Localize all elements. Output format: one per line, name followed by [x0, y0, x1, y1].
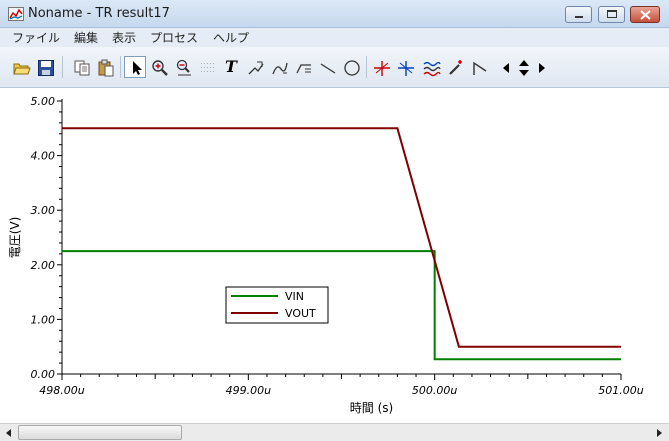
zoom-in-button[interactable]	[148, 56, 170, 78]
legend: VIN VOUT	[225, 286, 329, 324]
open-folder-icon	[13, 63, 31, 75]
text-tool-icon: T	[225, 57, 237, 76]
annotation-button[interactable]	[244, 56, 266, 78]
menu-process[interactable]: プロセス	[150, 29, 198, 46]
window-title: Noname - TR result17	[28, 6, 170, 21]
paste-icon	[98, 59, 114, 77]
menu-help[interactable]: ヘルプ	[213, 29, 249, 46]
scroll-updown-button[interactable]	[512, 56, 534, 78]
scroll-left-button[interactable]	[498, 56, 512, 78]
grid-dots-icon	[201, 63, 214, 72]
maximize-button[interactable]	[598, 6, 625, 23]
annotate-pen-icon	[248, 61, 264, 75]
cursor-b-icon	[398, 61, 414, 76]
annotate-step-icon	[296, 64, 311, 74]
toolbar-separator	[366, 56, 367, 78]
legend-label-vin: VIN	[285, 290, 304, 303]
save-button[interactable]	[34, 56, 56, 78]
minimize-button[interactable]	[565, 6, 592, 23]
y-axis-label: 電圧(V)	[8, 217, 22, 259]
series-line-vout	[62, 127, 621, 348]
y-tick-label: 2.00	[31, 259, 56, 272]
arrow-right-icon	[657, 429, 662, 437]
scrollbar-right-arrow[interactable]	[651, 425, 667, 441]
axis-icon	[473, 61, 487, 75]
pointer-arrow-icon	[133, 61, 142, 75]
close-button[interactable]	[630, 6, 660, 23]
probe-icon	[449, 60, 462, 75]
y-tick-label: 4.00	[31, 150, 56, 163]
open-button[interactable]	[10, 56, 32, 78]
scrollbar-left-arrow[interactable]	[1, 425, 17, 441]
copy-button[interactable]	[70, 56, 92, 78]
ellipse-icon	[344, 60, 360, 76]
x-tick-label: 499.00u	[226, 384, 271, 397]
line-tool-button[interactable]	[316, 56, 338, 78]
y-tick-label: 0.00	[31, 368, 56, 381]
maximize-icon	[607, 10, 617, 18]
plot-area[interactable]: 0.00 1.00 2.00 3.00 4.00 5.00 498.00u 499.00u 50…	[0, 88, 669, 423]
horizontal-scrollbar[interactable]	[0, 423, 669, 441]
triangle-left-icon	[503, 63, 509, 73]
paste-button[interactable]	[94, 56, 116, 78]
y-tick-label: 5.00	[31, 95, 56, 108]
menu-file[interactable]: ファイル	[12, 29, 60, 46]
text-tool-button[interactable]: T	[220, 56, 242, 78]
x-axis-label: 時間 (s)	[350, 401, 393, 415]
axis-button[interactable]	[468, 56, 490, 78]
annotation-button-2[interactable]	[268, 56, 290, 78]
grid-button[interactable]	[196, 56, 218, 78]
menu-view[interactable]: 表示	[112, 29, 136, 46]
cursor-a-icon	[374, 61, 390, 76]
x-tick-label: 498.00u	[39, 384, 84, 397]
app-icon	[8, 7, 24, 21]
scroll-right-button[interactable]	[534, 56, 548, 78]
toolbar-separator	[120, 56, 121, 78]
arrow-left-icon	[6, 429, 11, 437]
triangle-right-icon	[539, 63, 545, 73]
legend-label-vout: VOUT	[285, 307, 316, 320]
copy-icon	[74, 60, 90, 76]
annotation-button-3[interactable]	[292, 56, 314, 78]
waveform-icon	[423, 61, 441, 77]
y-tick-label: 3.00	[31, 204, 56, 217]
zoom-100-icon	[176, 59, 191, 76]
toolbar: T	[0, 47, 669, 88]
select-pointer-button[interactable]	[124, 56, 146, 78]
cursor-a-button[interactable]	[370, 56, 392, 78]
transient-chart: 0.00 1.00 2.00 3.00 4.00 5.00 498.00u 499.00u 50…	[8, 95, 644, 415]
zoom-in-icon	[152, 60, 168, 76]
title-bar: Noname - TR result17	[0, 0, 669, 28]
menu-edit[interactable]: 編集	[74, 29, 98, 46]
toolbar-separator	[62, 56, 63, 78]
x-tick-label: 501.00u	[598, 384, 643, 397]
zoom-100-button[interactable]	[172, 56, 194, 78]
probe-button[interactable]	[444, 56, 466, 78]
annotate-curve-icon	[272, 62, 288, 75]
minimize-icon	[575, 16, 583, 18]
x-tick-label: 500.00u	[412, 384, 457, 397]
cursor-b-button[interactable]	[394, 56, 416, 78]
ellipse-tool-button[interactable]	[340, 56, 362, 78]
scrollbar-thumb[interactable]	[18, 425, 182, 440]
close-icon	[640, 10, 651, 20]
waveform-button[interactable]	[420, 56, 442, 78]
line-icon	[320, 63, 336, 74]
y-tick-label: 1.00	[31, 313, 56, 326]
save-disk-icon	[38, 60, 54, 76]
triangle-updown-icon	[519, 60, 529, 76]
series-line-vin	[62, 250, 621, 361]
menu-bar: ファイル 編集 表示 プロセス ヘルプ	[0, 28, 669, 47]
